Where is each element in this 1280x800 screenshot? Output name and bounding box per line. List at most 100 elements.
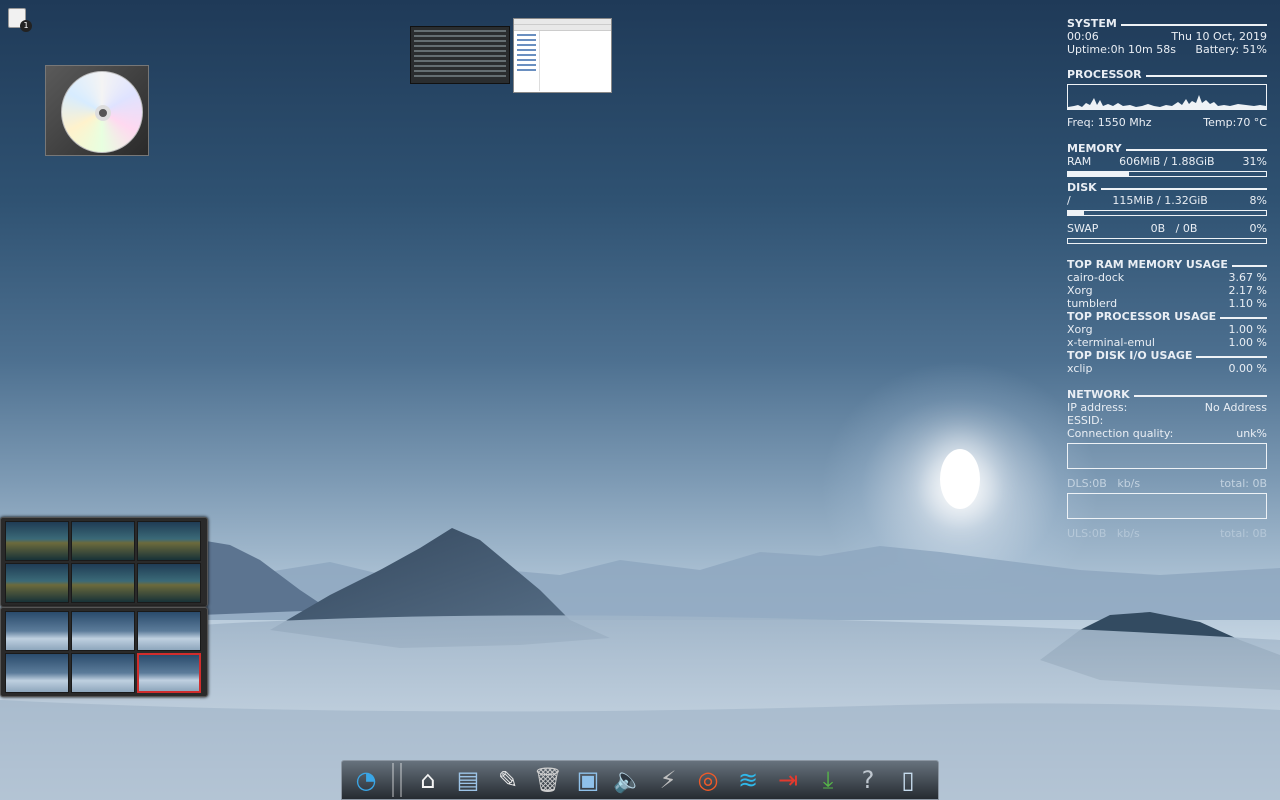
workspace-cell[interactable] [5, 521, 69, 561]
workspace-pager-row-1[interactable] [0, 517, 208, 607]
top-ram-row: Xorg 2.17 % [1067, 284, 1267, 297]
menu-icon[interactable]: ◔ [348, 762, 384, 798]
swap-percent: 0% [1249, 222, 1267, 235]
logout-icon[interactable]: ⇥ [770, 762, 806, 798]
workspace-cell-active[interactable] [137, 653, 201, 693]
workspace-cell[interactable] [71, 563, 135, 603]
workspace-cell[interactable] [137, 563, 201, 603]
network-heading: NETWORK [1067, 388, 1267, 401]
file-manager-icon[interactable]: ▤ [450, 762, 486, 798]
download-icon[interactable]: ⤓ [810, 762, 846, 798]
essid-label: ESSID: [1067, 414, 1104, 427]
text-editor-icon[interactable]: ✎ [490, 762, 526, 798]
processor-heading: PROCESSOR [1067, 68, 1267, 81]
top-ram-row: tumblerd 1.10 % [1067, 297, 1267, 310]
dock-separator [392, 763, 394, 797]
swap-bar [1067, 238, 1267, 244]
help-lifebuoy-icon[interactable]: ◎ [690, 762, 726, 798]
top-cpu-heading: TOP PROCESSOR USAGE [1067, 310, 1267, 323]
disk-root-value: 115MiB / 1.32GiB [1112, 194, 1208, 207]
notes-icon[interactable]: 1 [6, 6, 32, 32]
upload-graph [1067, 493, 1267, 519]
image-viewer-icon[interactable]: ▣ [570, 762, 606, 798]
fm-sidebar-item [517, 49, 536, 51]
clock-date: Thu 10 Oct, 2019 [1171, 30, 1267, 43]
swap-value: 0B / 0B [1150, 222, 1198, 235]
workspace-grid [5, 611, 203, 693]
top-disk-row: xclip 0.00 % [1067, 362, 1267, 375]
disk-root-row: / 115MiB / 1.32GiB 8% [1067, 194, 1267, 207]
workspace-cell[interactable] [71, 611, 135, 651]
upload-speed: ULS:0B kb/s [1067, 527, 1140, 540]
fm-sidebar-item [517, 64, 536, 66]
workspace-cell[interactable] [5, 653, 69, 693]
top-ram-row: cairo-dock 3.67 % [1067, 271, 1267, 284]
cpu-graph-line [1068, 95, 1266, 109]
workspace-grid [5, 521, 203, 603]
fm-sidebar-item [517, 69, 536, 71]
terminal-line [414, 40, 506, 42]
terminal-line [414, 35, 506, 37]
terminal-line [414, 70, 506, 72]
workspace-cell[interactable] [71, 521, 135, 561]
workspace-cell[interactable] [5, 611, 69, 651]
home-folder-icon[interactable]: ⌂ [410, 762, 446, 798]
file-manager-window-thumbnail[interactable] [513, 18, 612, 93]
workspace-pager-row-2[interactable] [0, 607, 208, 697]
terminal-window-thumbnail[interactable] [410, 26, 510, 84]
essid-row: ESSID: [1067, 414, 1267, 427]
memory-heading: MEMORY [1067, 142, 1267, 155]
fm-sidebar [514, 31, 540, 91]
trash-icon[interactable]: 🗑 [530, 762, 566, 798]
workspace-cell[interactable] [71, 653, 135, 693]
dock: ◔ ⌂ ▤ ✎ 🗑 ▣ 🔈 ⚡ ◎ ≋ ⇥ ⤓ ? ▯ [341, 760, 939, 800]
ram-bar-fill [1068, 172, 1130, 176]
disk-heading: DISK [1067, 181, 1267, 194]
terminal-line [414, 75, 506, 77]
workspace-cell[interactable] [137, 521, 201, 561]
clock-time: 00:06 [1067, 30, 1099, 43]
ram-row: RAM 606MiB / 1.88GiB 31% [1067, 155, 1267, 168]
swap-row: SWAP 0B / 0B 0% [1067, 222, 1267, 235]
cd-icon[interactable] [45, 65, 149, 156]
quality-value: unk% [1236, 427, 1267, 440]
terminal-line [414, 65, 506, 67]
cd-hole [95, 105, 111, 121]
dock-separator [400, 763, 402, 797]
disk-root-bar [1067, 210, 1267, 216]
notes-badge: 1 [20, 20, 32, 32]
fm-sidebar-item [517, 44, 536, 46]
disk-root-label: / [1067, 194, 1071, 207]
system-monitor-panel: SYSTEM 00:06 Thu 10 Oct, 2019 Uptime:0h … [1067, 17, 1267, 540]
download-speed: DLS:0B kb/s [1067, 477, 1141, 490]
cpu-frequency: Freq: 1550 Mhz [1067, 116, 1152, 129]
volume-icon[interactable]: 🔈 [610, 762, 646, 798]
processor-row: Freq: 1550 Mhz Temp:70 °C [1067, 116, 1267, 129]
disk-root-bar-fill [1068, 211, 1084, 215]
top-disk-heading: TOP DISK I/O USAGE [1067, 349, 1267, 362]
download-graph [1067, 443, 1267, 469]
unknown-app-icon[interactable]: ? [850, 762, 886, 798]
ram-bar [1067, 171, 1267, 177]
workspace-cell[interactable] [5, 563, 69, 603]
quality-label: Connection quality: [1067, 427, 1174, 440]
swap-label: SWAP [1067, 222, 1099, 235]
top-ram-heading: TOP RAM MEMORY USAGE [1067, 258, 1267, 271]
disk-root-percent: 8% [1249, 194, 1267, 207]
fm-sidebar-item [517, 54, 536, 56]
ip-value: No Address [1204, 401, 1267, 414]
top-cpu-row: Xorg 1.00 % [1067, 323, 1267, 336]
window-icon[interactable]: ▯ [890, 762, 926, 798]
download-total: total: 0B [1220, 477, 1267, 490]
terminal-line [414, 60, 506, 62]
quality-row: Connection quality: unk% [1067, 427, 1267, 440]
download-row: DLS:0B kb/s total: 0B [1067, 477, 1267, 490]
workspace-cell[interactable] [137, 611, 201, 651]
upload-total: total: 0B [1220, 527, 1267, 540]
power-icon[interactable]: ⚡ [650, 762, 686, 798]
battery: Battery: 51% [1195, 43, 1267, 56]
top-cpu-row: x-terminal-emul 1.00 % [1067, 336, 1267, 349]
fm-sidebar-item [517, 59, 536, 61]
wifi-icon[interactable]: ≋ [730, 762, 766, 798]
system-time-row: 00:06 Thu 10 Oct, 2019 [1067, 30, 1267, 43]
